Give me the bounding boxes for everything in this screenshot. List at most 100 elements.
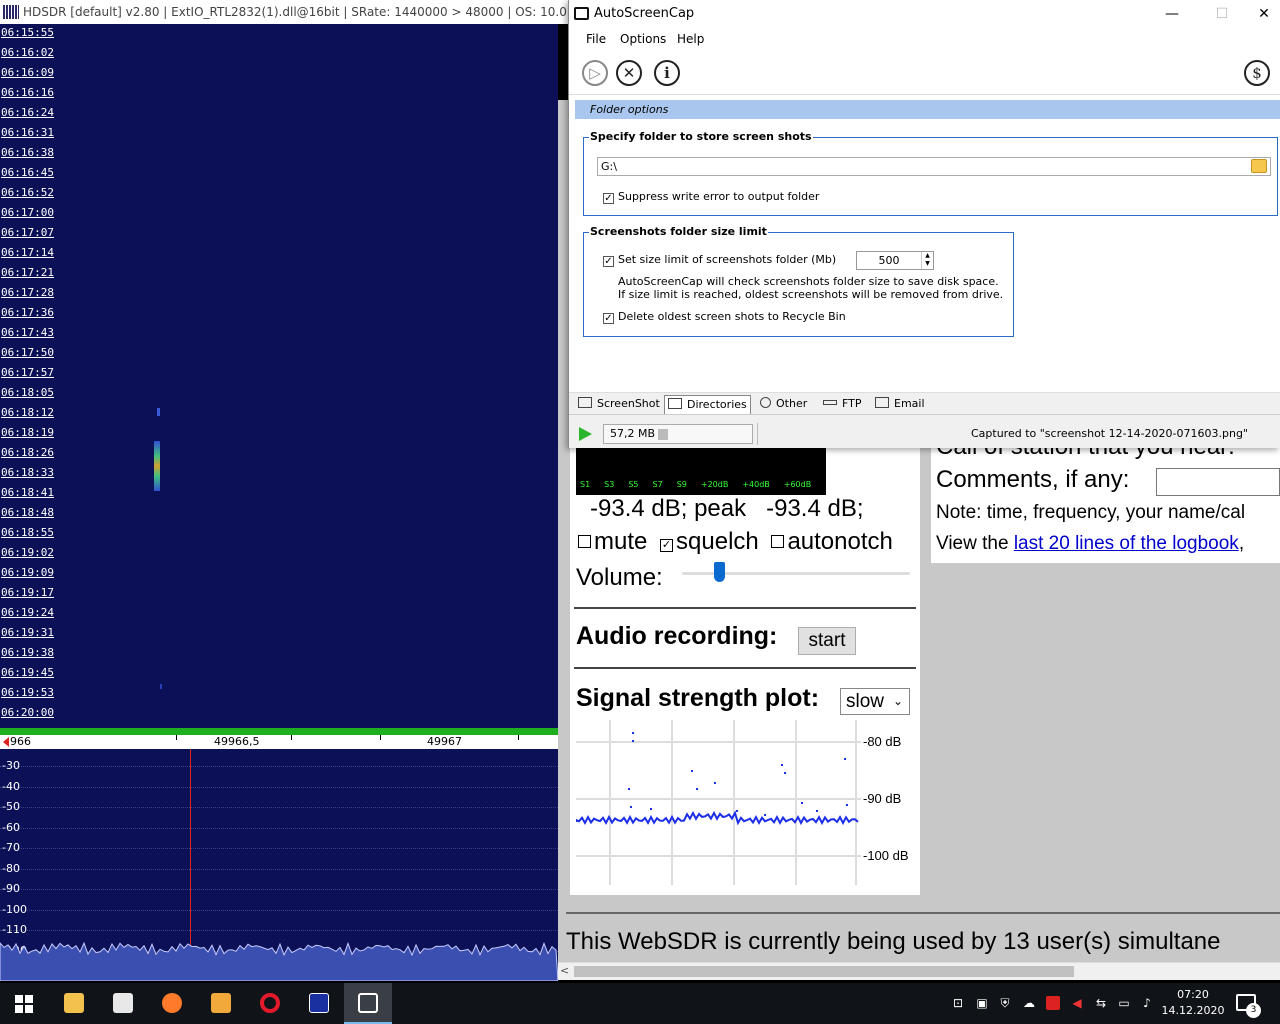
plot-speed-select[interactable]: slow ⌄ [840,688,910,715]
suppress-error-checkbox[interactable]: ✓ Suppress write error to output folder [603,190,819,204]
mute-checkbox[interactable]: mute [578,528,647,555]
frequency-scale[interactable]: 966 49966,5 49967 [0,735,558,749]
waterfall-time-label: 06:18:33 [1,466,54,479]
tab-directories[interactable]: Directories [664,395,751,414]
tray-network-icon[interactable]: ▭ [1117,996,1131,1010]
autoscreencap-window: AutoScreenCap — ☐ ✕ File Options Help ▷ … [568,0,1280,448]
freq-label: 49966,5 [214,735,260,748]
tray-sync-icon[interactable]: ⇆ [1094,996,1108,1010]
tune-marker-icon[interactable] [3,737,9,747]
menu-help[interactable]: Help [677,32,704,46]
freq-label: 966 [10,735,31,748]
start-recording-button[interactable]: start [798,627,856,655]
tab-email[interactable]: Email [875,395,925,414]
donate-icon[interactable]: $ [1244,60,1270,86]
volume-slider-thumb[interactable] [714,562,725,582]
menu-file[interactable]: File [586,32,606,46]
tab-other[interactable]: Other [760,395,807,414]
taskbar-hdsdr[interactable] [295,983,343,1024]
folder-path-input[interactable]: G:\ [597,157,1271,176]
tray-people-icon[interactable]: ⊡ [951,996,965,1010]
stop-capture-icon[interactable]: ✕ [616,60,642,86]
start-capture-icon[interactable]: ▷ [582,60,608,86]
taskbar-firefox[interactable] [148,983,196,1024]
taskbar-clock[interactable]: 07:20 14.12.2020 [1160,987,1226,1019]
db-scale-label: -50 [2,800,20,813]
close-button[interactable]: ✕ [1241,0,1280,29]
minimize-button[interactable]: — [1149,0,1195,29]
asc-status-bar: 57,2 MB Captured to "screenshot 12-14-20… [569,414,1280,448]
chevron-down-icon: ⌄ [892,694,903,708]
taskbar-explorer[interactable] [50,983,98,1024]
folder-groupbox: Specify folder to store screen shots G:\… [583,130,1278,216]
tray-antivirus-icon[interactable] [1046,996,1060,1010]
waterfall-time-label: 06:17:07 [1,226,54,239]
s-meter: S1 S3 S5 S7 S9 +20dB +40dB +60dB [576,445,826,495]
opera-icon [260,993,280,1013]
recycle-bin-checkbox[interactable]: ✓ Delete oldest screen shots to Recycle B… [603,310,846,324]
taskbar-media[interactable] [197,983,245,1024]
spinner-arrows-icon[interactable]: ▲ ▼ [921,252,933,269]
db-scale-label: -90 [2,882,20,895]
folder-icon [668,398,682,409]
waterfall-time-label: 06:16:31 [1,126,54,139]
audio-recording-label: Audio recording: [576,622,778,650]
hdsdr-title: HDSDR [default] v2.80 | ExtIO_RTL2832(1)… [23,5,570,19]
tray-window-icon[interactable]: ▣ [975,996,989,1010]
taskbar-store[interactable] [99,983,147,1024]
mute-box[interactable] [578,535,591,548]
envelope-icon [875,397,889,408]
folder-browse-icon[interactable] [1251,159,1267,173]
taskbar-opera[interactable] [246,983,294,1024]
asc-toolbar: ▷ ✕ i $ [569,51,1280,95]
squelch-box[interactable]: ✓ [660,539,674,552]
db-scale-label: -80 [2,861,20,875]
waterfall-display[interactable]: 06:15:55 06:16:02 06:16:09 06:16:16 06:16:24… [0,24,558,728]
asc-titlebar[interactable]: AutoScreenCap — ☐ ✕ [569,0,1280,29]
menu-options[interactable]: Options [620,32,666,46]
divider [566,912,1280,914]
tray-cloud-icon[interactable]: ☁ [1022,996,1036,1010]
scroll-left-icon[interactable]: < [560,964,569,977]
horizontal-scrollbar[interactable]: < [558,962,1280,980]
taskbar-autoscreencap[interactable] [344,983,392,1024]
size-limit-spinner[interactable]: 500 ▲ ▼ [856,251,934,270]
waterfall-time-label: 06:19:53 [1,686,54,699]
waterfall-time-label: 06:18:19 [1,426,54,439]
spectrum-display[interactable]: -30-40-50-60-70-80-90-100-110-120-130 [0,749,558,981]
logbook-link[interactable]: last 20 lines of the logbook [1014,533,1239,554]
start-button[interactable] [0,983,48,1024]
waterfall-time-label: 06:17:28 [1,286,54,299]
tab-screenshot[interactable]: ScreenShot [578,395,660,414]
tab-ftp[interactable]: FTP [823,395,862,414]
play-icon[interactable] [579,427,592,441]
size-limit-groupbox: Screenshots folder size limit ✓ Set size … [583,225,1014,337]
notification-badge: 3 [1246,1003,1261,1018]
hdsdr-app-icon [3,5,19,19]
tray-shield-icon[interactable]: ⛨ [998,996,1012,1010]
checkbox-box[interactable]: ✓ [603,193,614,204]
db-scale-label: -40 [2,779,20,793]
signal-strength-plot: -80 dB -90 dB -100 dB [575,720,916,885]
comments-input[interactable] [1156,468,1280,496]
autonotch-box[interactable] [771,535,785,548]
asc-tab-bar: ScreenShot Directories Other FTP Email [569,392,1280,414]
checkbox-box[interactable]: ✓ [603,313,614,324]
db-scale-label: -100 [2,902,27,916]
squelch-checkbox[interactable]: ✓ squelch [660,528,759,555]
tray-speaker-muted-icon[interactable]: ◀ [1070,996,1084,1010]
scrollbar-thumb[interactable] [574,966,1074,977]
waterfall-time-label: 06:18:26 [1,446,54,459]
checkbox-box[interactable]: ✓ [603,256,614,267]
volume-label: Volume: [576,564,663,591]
waterfall-time-label: 06:16:16 [1,86,54,99]
tray-volume-icon[interactable]: ♪ [1140,996,1154,1010]
waterfall-time-label: 06:19:09 [1,566,54,579]
set-size-limit-checkbox[interactable]: ✓ Set size limit of screenshots folder (M… [603,253,836,267]
asc-window-title: AutoScreenCap [594,6,695,21]
info-icon[interactable]: i [654,60,680,86]
maximize-button[interactable]: ☐ [1199,0,1245,29]
autonotch-checkbox[interactable]: autonotch [771,528,893,555]
camera-icon [358,993,378,1013]
windows-icon [15,995,33,1013]
